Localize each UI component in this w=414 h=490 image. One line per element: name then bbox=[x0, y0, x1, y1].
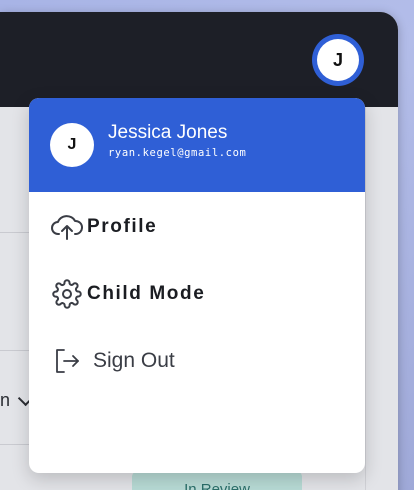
menu-item-child-mode[interactable]: Child Mode bbox=[29, 269, 365, 319]
background-divider bbox=[0, 232, 30, 233]
menu-item-profile[interactable]: Profile bbox=[29, 202, 365, 252]
background-filter-dropdown[interactable]: n bbox=[0, 390, 34, 411]
menu-item-label: Profile bbox=[87, 216, 158, 237]
user-email: ryan.kegel@gmail.com bbox=[108, 147, 247, 159]
menu-item-label: Child Mode bbox=[87, 283, 206, 304]
cloud-upload-icon bbox=[51, 211, 83, 243]
header-avatar-initial: J bbox=[317, 39, 359, 81]
background-filter-label: n bbox=[0, 390, 11, 410]
user-name: Jessica Jones bbox=[108, 122, 228, 143]
avatar: J bbox=[50, 123, 94, 167]
status-badge: In Review bbox=[132, 471, 302, 490]
user-menu-header: J Jessica Jones ryan.kegel@gmail.com bbox=[29, 98, 365, 192]
background-divider bbox=[0, 350, 30, 351]
menu-item-label: Sign Out bbox=[93, 349, 175, 372]
gear-icon bbox=[51, 278, 83, 310]
header-avatar-button[interactable]: J bbox=[312, 34, 364, 86]
sign-out-icon bbox=[51, 345, 83, 377]
app-header: J bbox=[0, 12, 398, 107]
background-divider bbox=[0, 444, 30, 445]
background-side-panel bbox=[365, 107, 398, 490]
menu-item-sign-out[interactable]: Sign Out bbox=[29, 336, 365, 386]
user-menu-dropdown: J Jessica Jones ryan.kegel@gmail.com Pro… bbox=[29, 98, 365, 473]
